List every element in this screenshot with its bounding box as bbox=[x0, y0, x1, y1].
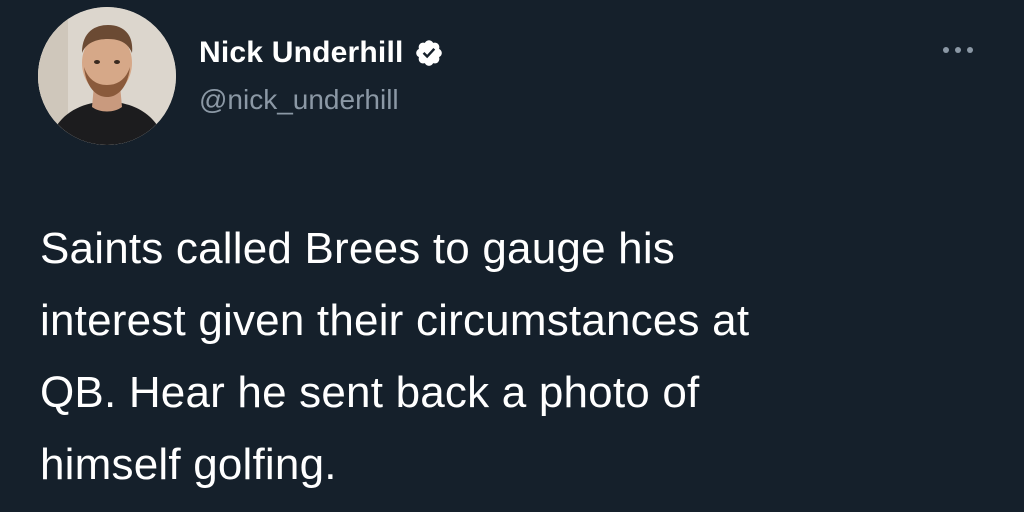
tweet-body-text: Saints called Brees to gauge his interes… bbox=[40, 224, 750, 489]
author-name-row: Nick Underhill bbox=[199, 32, 444, 74]
verified-badge-icon bbox=[415, 40, 442, 66]
user-photo-icon bbox=[38, 7, 176, 145]
tweet-card: Nick Underhill @nick_underhill Saints ca… bbox=[0, 0, 1024, 512]
author-display-name[interactable]: Nick Underhill bbox=[199, 36, 404, 70]
author-handle[interactable]: @nick_underhill bbox=[199, 84, 399, 116]
author-avatar[interactable] bbox=[38, 7, 176, 145]
more-options-button[interactable] bbox=[938, 38, 978, 62]
more-horizontal-icon bbox=[943, 47, 973, 53]
